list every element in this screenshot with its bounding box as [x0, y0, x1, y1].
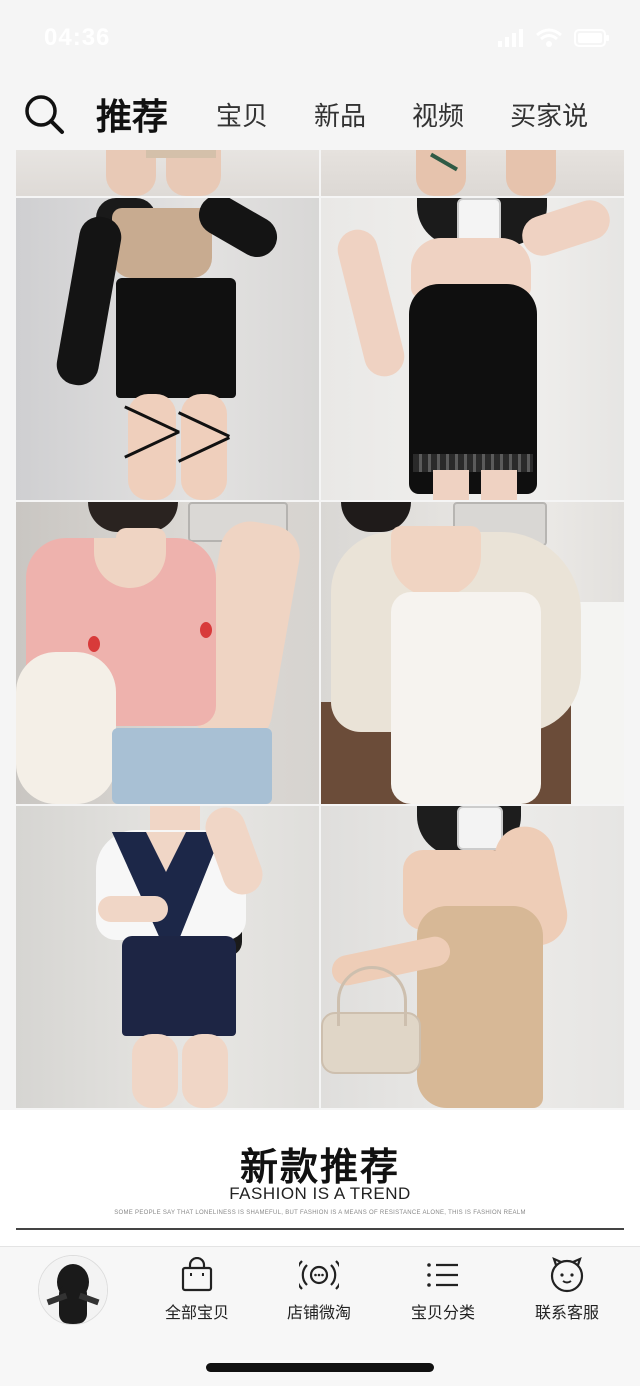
- shopping-bag-icon: [181, 1257, 213, 1292]
- nav-customer-service[interactable]: 联系客服: [512, 1257, 622, 1323]
- nav-categories[interactable]: 宝贝分类: [388, 1257, 498, 1323]
- search-icon[interactable]: [22, 92, 66, 136]
- nav-all-products-label: 全部宝贝: [164, 1303, 229, 1322]
- tab-buyer-reviews[interactable]: 买家说: [510, 96, 588, 133]
- product-image-black-skirt-set[interactable]: [16, 198, 319, 500]
- status-icons: [498, 28, 610, 48]
- battery-icon: [574, 29, 609, 47]
- product-image-pink-crop-top[interactable]: [16, 502, 319, 804]
- nav-customer-service-label: 联系客服: [534, 1303, 599, 1322]
- nav-categories-label: 宝贝分类: [410, 1303, 475, 1322]
- new-arrivals-banner[interactable]: 新款推荐 FASHION IS A TREND SOME PEOPLE SAY …: [0, 1110, 640, 1246]
- banner-subtitle: FASHION IS A TREND: [229, 1184, 411, 1203]
- signal-icon: [498, 29, 523, 47]
- banner-title: 新款推荐: [239, 1145, 400, 1189]
- nav-shop-feed-label: 店铺微淘: [286, 1303, 351, 1322]
- customer-service-icon: [550, 1257, 584, 1293]
- banner-divider: [16, 1228, 624, 1230]
- product-image-white-cardigan-set[interactable]: [321, 502, 624, 804]
- top-tab-bar: 推荐 宝贝 新品 视频 买家说: [0, 78, 640, 150]
- product-image-partial-right[interactable]: [321, 150, 624, 196]
- nav-shop-feed[interactable]: 店铺微淘: [264, 1257, 374, 1323]
- broadcast-icon: [299, 1260, 339, 1290]
- tab-recommend[interactable]: 推荐: [96, 88, 168, 140]
- status-bar: 04:36: [0, 0, 640, 78]
- tab-new-arrivals[interactable]: 新品: [314, 96, 366, 133]
- banner-fine-print: SOME PEOPLE SAY THAT LONELINESS IS SHAME…: [114, 1210, 526, 1216]
- shop-avatar[interactable]: [38, 1255, 108, 1325]
- product-image-partial-left[interactable]: [16, 150, 319, 196]
- list-icon: [427, 1263, 458, 1287]
- product-grid: [0, 150, 640, 1110]
- tabs: 推荐 宝贝 新品 视频 买家说: [96, 78, 634, 150]
- wifi-icon: [536, 28, 562, 47]
- tab-products[interactable]: 宝贝: [216, 96, 268, 133]
- nav-all-products[interactable]: 全部宝贝: [142, 1257, 252, 1323]
- tab-videos[interactable]: 视频: [412, 96, 464, 133]
- product-image-beige-one-shoulder-dress[interactable]: [321, 806, 624, 1108]
- status-time: 04:36: [44, 24, 111, 51]
- product-image-sailor-set[interactable]: [16, 806, 319, 1108]
- product-image-black-lace-dress[interactable]: [321, 198, 624, 500]
- bottom-nav: 全部宝贝 店铺微淘 宝贝分类 联系客服: [0, 1246, 640, 1386]
- avatar-image: [39, 1256, 107, 1324]
- home-indicator[interactable]: [206, 1363, 434, 1372]
